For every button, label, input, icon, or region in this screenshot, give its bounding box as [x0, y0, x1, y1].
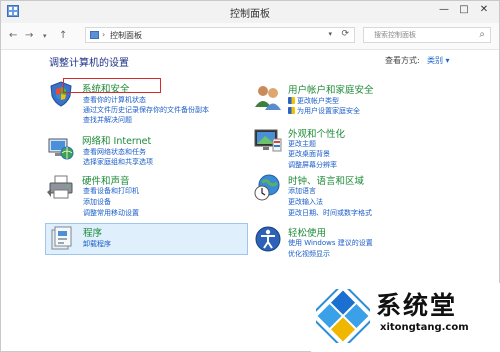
link-add-language[interactable]: 添加语言: [288, 186, 316, 196]
page-title: 调整计算机的设置: [49, 58, 129, 69]
search-input[interactable]: 搜索控制面板 ⌕: [363, 27, 491, 43]
highlight-box: [63, 78, 161, 93]
control-panel-small-icon: [90, 31, 99, 39]
view-by-value[interactable]: 类别: [427, 56, 443, 65]
link-family-safety-label[interactable]: 为用户设置家庭安全: [297, 107, 360, 115]
up-arrow-icon[interactable]: ↑: [59, 29, 67, 43]
watermark-name: 系统堂: [376, 291, 458, 320]
link-change-account-type-label[interactable]: 更改帐户类型: [297, 97, 339, 105]
link-recommended-settings[interactable]: 使用 Windows 建议的设置: [288, 238, 373, 248]
monitor-icon[interactable]: [253, 127, 283, 155]
category-hardware-sound[interactable]: 硬件和声音: [82, 173, 130, 187]
forward-arrow-icon[interactable]: →: [25, 29, 33, 43]
link-change-account-type[interactable]: 更改帐户类型: [288, 96, 339, 106]
network-globe-icon[interactable]: [47, 135, 75, 161]
link-date-time-format[interactable]: 更改日期、时间或数字格式: [288, 208, 372, 218]
view-by-label: 查看方式:: [385, 56, 420, 65]
users-icon[interactable]: [253, 83, 283, 111]
link-change-input-method[interactable]: 更改输入法: [288, 197, 323, 207]
link-family-safety[interactable]: 为用户设置家庭安全: [288, 106, 360, 116]
ease-of-access-icon[interactable]: [254, 225, 282, 253]
category-programs-selected[interactable]: [45, 223, 248, 255]
link-add-device[interactable]: 添加设备: [83, 197, 111, 207]
link-optimize-display[interactable]: 优化视频显示: [288, 249, 330, 259]
link-uninstall-program[interactable]: 卸载程序: [83, 239, 111, 249]
back-arrow-icon[interactable]: ←: [9, 29, 17, 43]
category-appearance[interactable]: 外观和个性化: [288, 126, 345, 140]
watermark-logo-icon: [316, 289, 370, 343]
link-devices-printers[interactable]: 查看设备和打印机: [83, 186, 139, 196]
window-title: 控制面板: [230, 9, 270, 20]
category-clock-language-region[interactable]: 时钟、语言和区域: [288, 173, 364, 187]
close-button[interactable]: ✕: [477, 3, 491, 17]
link-screen-resolution[interactable]: 调整屏幕分辨率: [288, 160, 337, 170]
programs-icon[interactable]: [50, 225, 74, 251]
address-bar[interactable]: › 控制面板 ▾ ⟳: [85, 27, 355, 43]
breadcrumb[interactable]: 控制面板: [110, 30, 142, 41]
link-change-desktop-background[interactable]: 更改桌面背景: [288, 149, 330, 159]
printer-icon[interactable]: [47, 174, 75, 200]
address-toolbar: ← → ▾ ↑ › 控制面板 ▾ ⟳ 搜索控制面板 ⌕: [1, 23, 499, 50]
link-change-theme[interactable]: 更改主题: [288, 139, 316, 149]
category-user-accounts[interactable]: 用户帐户和家庭安全: [288, 82, 374, 96]
address-dropdown-icon[interactable]: ▾: [328, 30, 332, 38]
refresh-icon[interactable]: ⟳: [341, 29, 349, 39]
uac-shield-icon: [288, 97, 295, 104]
clock-globe-icon[interactable]: [253, 173, 283, 201]
category-network-internet[interactable]: 网络和 Internet: [82, 133, 151, 147]
watermark-url: xitongtang.com: [380, 322, 469, 333]
search-placeholder: 搜索控制面板: [374, 31, 416, 39]
search-icon[interactable]: ⌕: [479, 29, 485, 40]
link-file-history-backup[interactable]: 通过文件历史记录保存你的文件备份副本: [83, 105, 209, 115]
minimize-button[interactable]: —: [437, 3, 451, 17]
link-mobility-settings[interactable]: 调整常用移动设置: [83, 208, 139, 218]
chevron-down-icon[interactable]: ▾: [446, 56, 450, 65]
link-network-status[interactable]: 查看网络状态和任务: [83, 147, 146, 157]
recent-dropdown-icon[interactable]: ▾: [43, 29, 47, 43]
link-homegroup-sharing[interactable]: 选择家庭组和共享选项: [83, 157, 153, 167]
category-ease-of-access[interactable]: 轻松使用: [288, 225, 326, 239]
maximize-button[interactable]: □: [457, 3, 471, 17]
breadcrumb-separator-icon: ›: [102, 30, 106, 39]
uac-shield-icon: [288, 107, 295, 114]
view-by-dropdown[interactable]: 类别 ▾: [427, 55, 450, 66]
title-bar: 控制面板 — □ ✕: [1, 1, 499, 24]
category-programs[interactable]: 程序: [83, 225, 102, 239]
link-troubleshoot[interactable]: 查找并解决问题: [83, 115, 132, 125]
link-view-computer-status[interactable]: 查看你的计算机状态: [83, 95, 146, 105]
